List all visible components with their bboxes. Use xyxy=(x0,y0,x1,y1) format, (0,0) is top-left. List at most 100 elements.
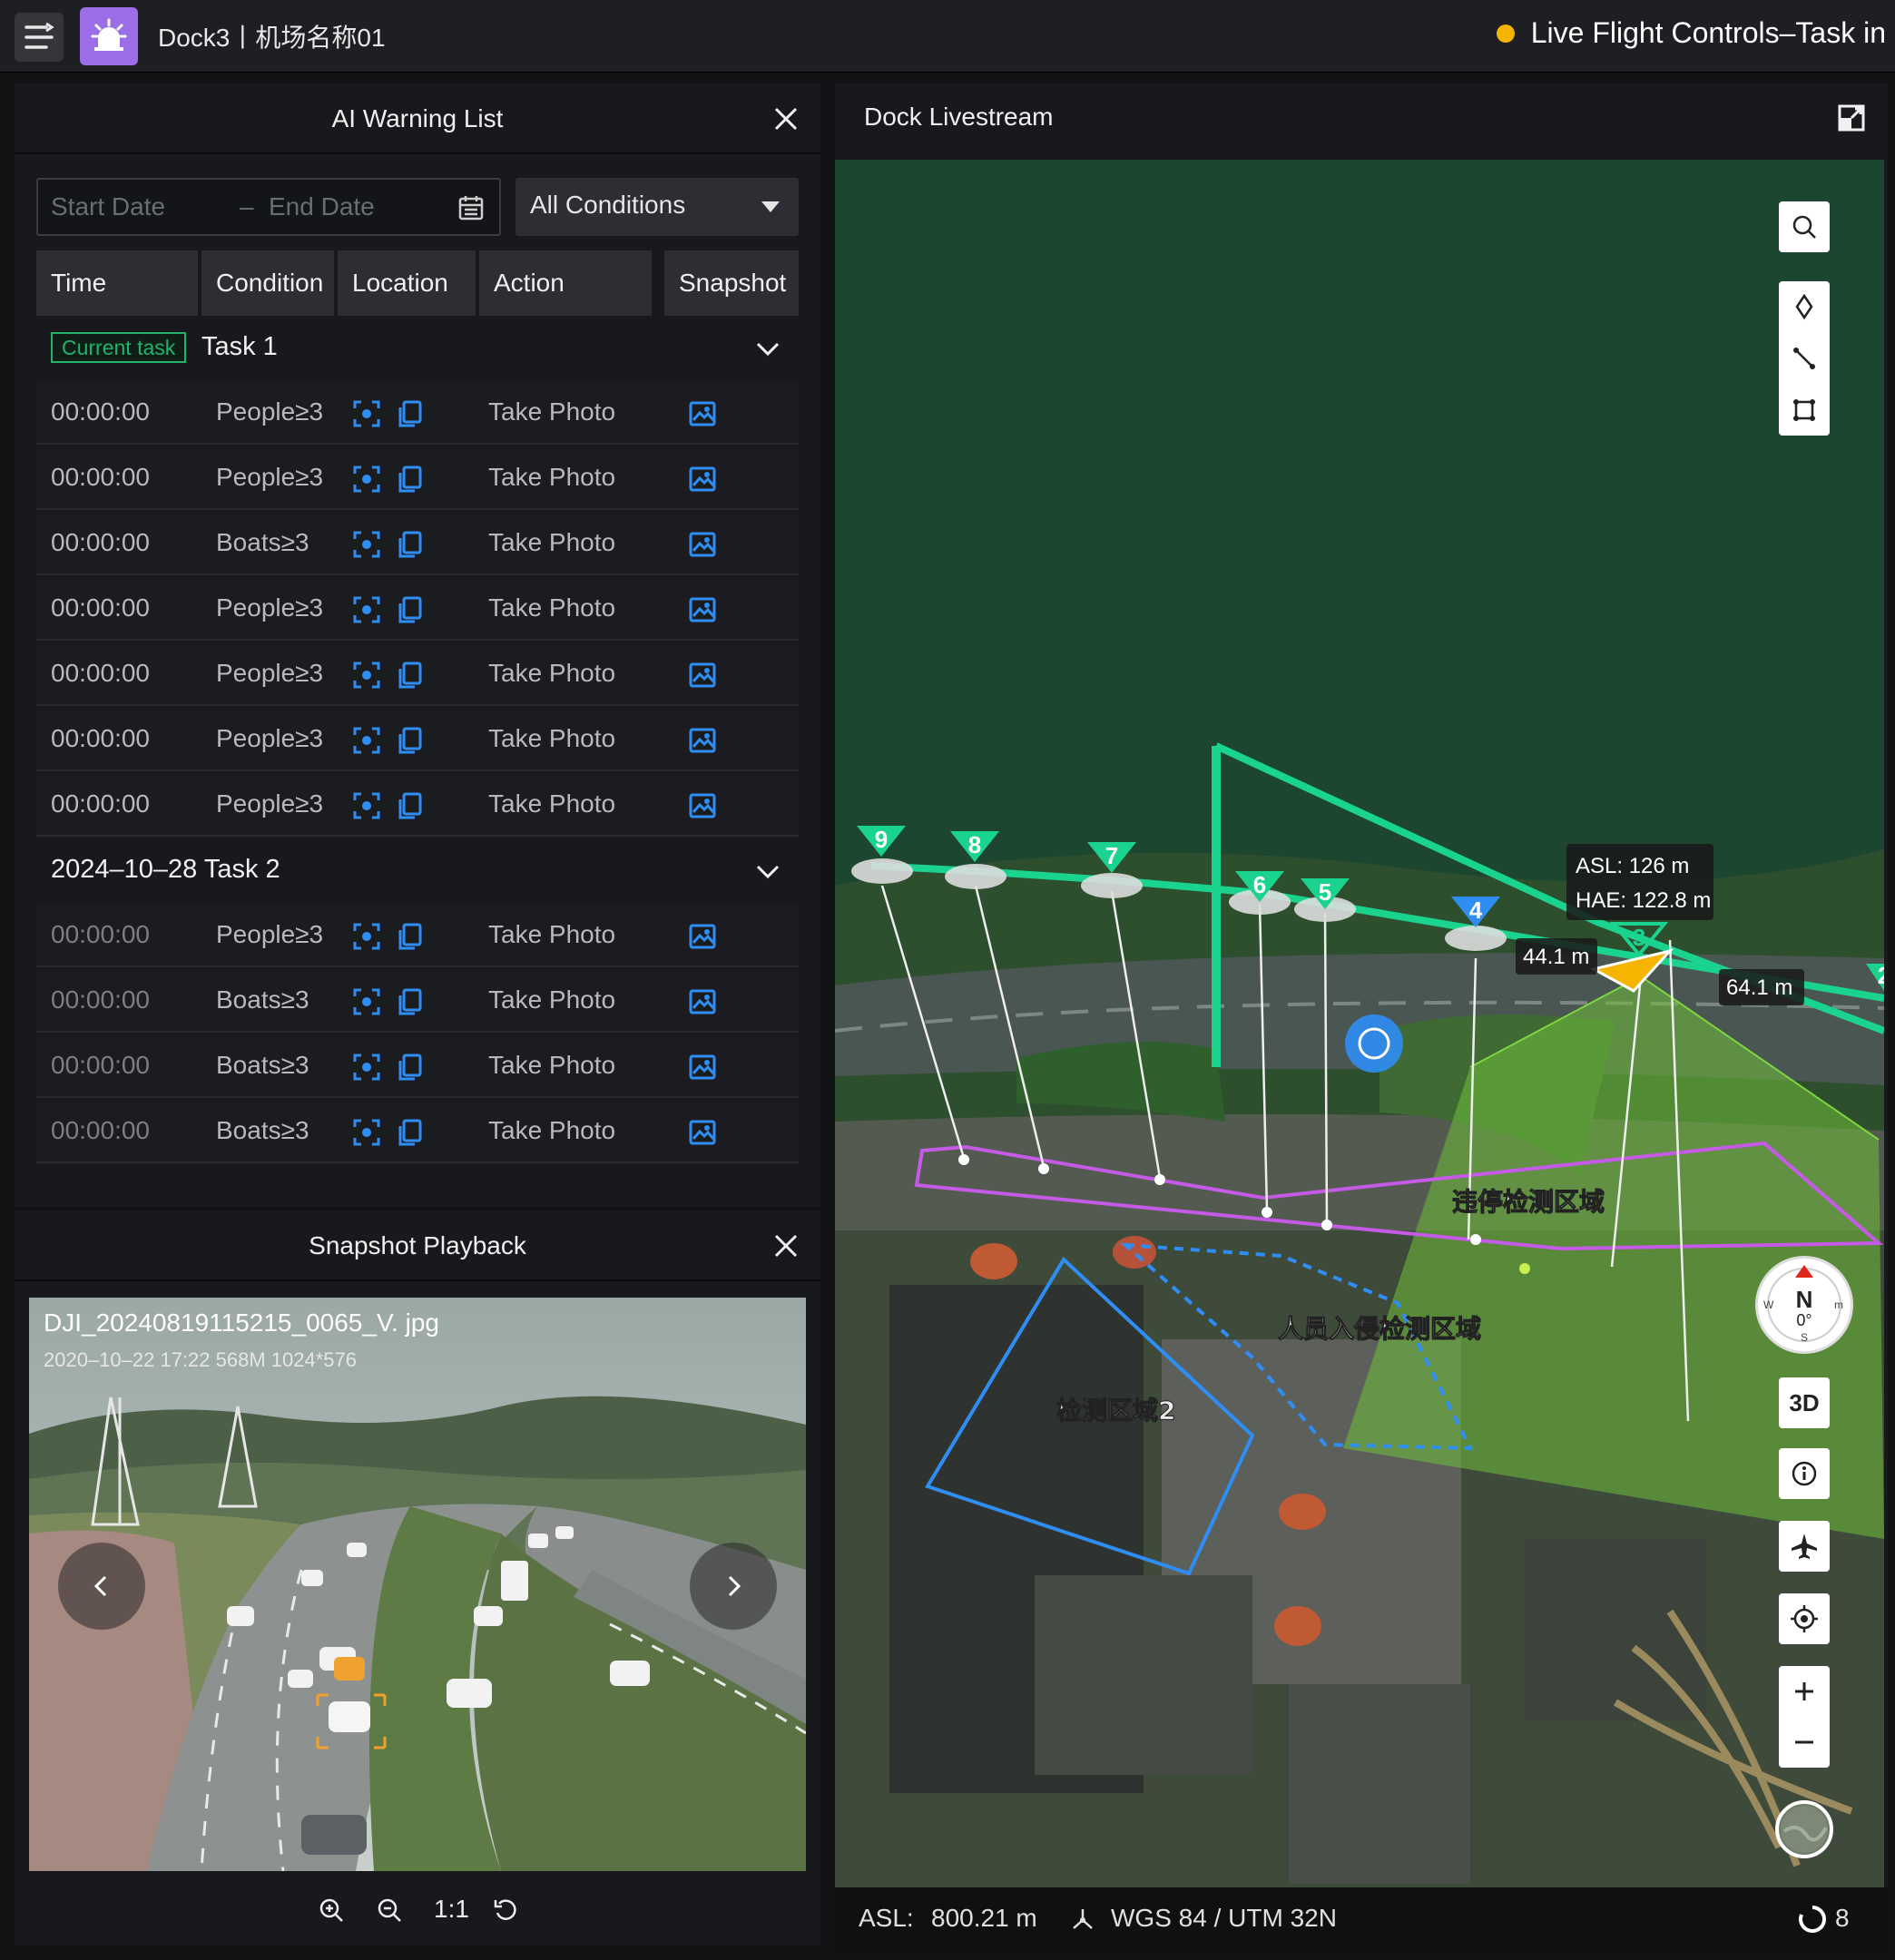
copy-location-icon[interactable] xyxy=(396,530,425,559)
copy-location-icon[interactable] xyxy=(396,1053,425,1082)
locate-target-icon[interactable] xyxy=(352,530,381,559)
row-time: 00:00:00 xyxy=(51,593,150,622)
map-search-button[interactable] xyxy=(1779,201,1830,252)
snapshot-image-icon[interactable] xyxy=(688,399,717,428)
locate-target-icon[interactable] xyxy=(352,465,381,494)
table-row[interactable]: 00:00:00 Boats≥3 Take Photo xyxy=(36,1034,799,1098)
copy-location-icon[interactable] xyxy=(396,791,425,820)
row-condition: Boats≥3 xyxy=(216,1116,309,1144)
basemap-switch-button[interactable] xyxy=(1775,1800,1833,1858)
zone-label-parking: 违停检测区域 xyxy=(1452,1187,1605,1217)
snapshot-image-icon[interactable] xyxy=(688,922,717,951)
snapshot-image-icon[interactable] xyxy=(688,726,717,755)
dock-badge[interactable] xyxy=(80,7,138,65)
calendar-icon[interactable] xyxy=(457,194,485,221)
line-draw-icon[interactable] xyxy=(1791,345,1818,372)
locate-target-icon[interactable] xyxy=(352,661,381,690)
table-row[interactable]: 00:00:00 People≥3 Take Photo xyxy=(36,642,799,706)
actual-size-button[interactable]: 1:1 xyxy=(434,1895,469,1924)
minus-icon[interactable] xyxy=(1791,1729,1818,1756)
panel-title: Dock Livestream xyxy=(864,103,1054,131)
map-view[interactable]: 9 8 7 6 5 4 3 2 ASL: 126 m HAE: 122.8 m … xyxy=(835,160,1884,1887)
pin-draw-icon[interactable] xyxy=(1791,293,1818,320)
snapshot-image-icon[interactable] xyxy=(688,987,717,1016)
locate-target-icon[interactable] xyxy=(352,791,381,820)
locate-target-icon[interactable] xyxy=(352,726,381,755)
search-icon xyxy=(1792,215,1816,239)
compass[interactable]: N 0° S W m xyxy=(1755,1256,1853,1354)
snapshot-image-icon[interactable] xyxy=(688,1118,717,1147)
row-condition: Boats≥3 xyxy=(216,985,309,1014)
copy-location-icon[interactable] xyxy=(396,922,425,951)
snapshot-image-icon[interactable] xyxy=(688,661,717,690)
copy-location-icon[interactable] xyxy=(396,399,425,428)
table-row[interactable]: 00:00:00 People≥3 Take Photo xyxy=(36,708,799,771)
table-row[interactable]: 00:00:00 People≥3 Take Photo xyxy=(36,577,799,641)
row-condition: People≥3 xyxy=(216,659,324,687)
expand-window-icon[interactable] xyxy=(1837,103,1866,132)
toggle-3d-button[interactable]: 3D xyxy=(1779,1377,1830,1428)
task-group-row[interactable]: 2024–10–28 Task 2 xyxy=(36,838,799,904)
column-action[interactable]: Action xyxy=(479,250,652,316)
snapshot-image-icon[interactable] xyxy=(688,791,717,820)
locate-target-icon[interactable] xyxy=(352,1053,381,1082)
date-range-picker[interactable]: Start Date – End Date xyxy=(36,178,501,236)
column-snapshot[interactable]: Snapshot xyxy=(664,250,799,316)
row-action: Take Photo xyxy=(488,1116,616,1144)
copy-location-icon[interactable] xyxy=(396,987,425,1016)
panel-header: Snapshot Playback xyxy=(15,1210,820,1281)
table-row[interactable]: 00:00:00 Boats≥3 Take Photo xyxy=(36,1100,799,1163)
row-time: 00:00:00 xyxy=(51,528,150,556)
table-row[interactable]: 00:00:00 People≥3 Take Photo xyxy=(36,904,799,967)
polygon-draw-icon[interactable] xyxy=(1791,397,1818,424)
zoom-out-icon[interactable] xyxy=(376,1896,403,1924)
next-snapshot-button[interactable] xyxy=(690,1543,777,1630)
locate-target-icon[interactable] xyxy=(352,399,381,428)
snapshot-image-icon[interactable] xyxy=(688,465,717,494)
column-condition[interactable]: Condition xyxy=(201,250,334,316)
table-row[interactable]: 00:00:00 People≥3 Take Photo xyxy=(36,773,799,837)
row-time: 00:00:00 xyxy=(51,463,150,491)
chevron-down-icon[interactable] xyxy=(753,334,782,363)
table-row[interactable]: 00:00:00 Boats≥3 Take Photo xyxy=(36,512,799,575)
column-time[interactable]: Time xyxy=(36,250,198,316)
table-row[interactable]: 00:00:00 People≥3 Take Photo xyxy=(36,446,799,510)
row-action: Take Photo xyxy=(488,985,616,1014)
locate-button[interactable] xyxy=(1779,1593,1830,1644)
close-icon[interactable] xyxy=(771,104,800,133)
prev-snapshot-button[interactable] xyxy=(58,1543,145,1630)
copy-location-icon[interactable] xyxy=(396,595,425,624)
copy-location-icon[interactable] xyxy=(396,1118,425,1147)
locate-target-icon[interactable] xyxy=(352,922,381,951)
task-group-row[interactable]: Current task Task 1 xyxy=(36,316,799,381)
table-header: Time Condition Location Action Snapshot xyxy=(36,250,799,316)
table-row[interactable]: 00:00:00 Boats≥3 Take Photo xyxy=(36,969,799,1033)
snapshot-image-icon[interactable] xyxy=(688,1053,717,1082)
row-action: Take Photo xyxy=(488,920,616,948)
copy-location-icon[interactable] xyxy=(396,661,425,690)
locate-target-icon[interactable] xyxy=(352,1118,381,1147)
table-row[interactable]: 00:00:00 People≥3 Take Photo xyxy=(36,381,799,445)
plus-icon[interactable] xyxy=(1791,1678,1818,1705)
menu-button[interactable] xyxy=(15,13,64,62)
locate-target-icon[interactable] xyxy=(352,987,381,1016)
close-icon[interactable] xyxy=(771,1231,800,1260)
zoom-in-icon[interactable] xyxy=(318,1896,345,1924)
snapshot-image-icon[interactable] xyxy=(688,530,717,559)
locate-target-icon[interactable] xyxy=(352,595,381,624)
column-location[interactable]: Location xyxy=(338,250,476,316)
aircraft-focus-button[interactable] xyxy=(1779,1521,1830,1572)
zone-label-intrusion: 人员入侵检测区域 xyxy=(1278,1314,1481,1344)
condition-select[interactable]: All Conditions xyxy=(515,178,799,236)
snapshot-image-icon[interactable] xyxy=(688,595,717,624)
info-button[interactable] xyxy=(1779,1448,1830,1499)
copy-location-icon[interactable] xyxy=(396,726,425,755)
copy-location-icon[interactable] xyxy=(396,465,425,494)
row-condition: People≥3 xyxy=(216,593,324,622)
chevron-down-icon[interactable] xyxy=(753,857,782,886)
waypoint-4: 4 xyxy=(1469,897,1483,924)
start-date-placeholder: Start Date xyxy=(51,192,166,220)
current-task-badge: Current task xyxy=(51,332,187,363)
row-time: 00:00:00 xyxy=(51,985,150,1014)
rotate-icon[interactable] xyxy=(492,1896,519,1924)
